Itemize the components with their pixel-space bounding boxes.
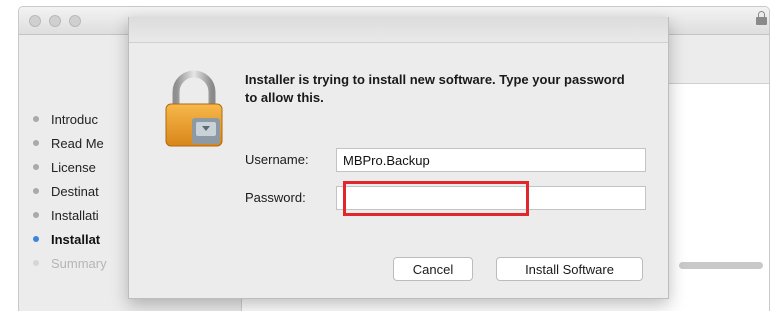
step-destination: Destinat [31, 179, 107, 203]
step-label: Summary [51, 255, 107, 271]
step-active-bullet-icon [33, 236, 39, 242]
step-installation-type: Installati [31, 203, 107, 227]
install-software-button[interactable]: Install Software [496, 257, 643, 281]
step-label: Read Me [51, 135, 104, 151]
window-minimize-icon[interactable] [49, 15, 61, 27]
install-progress-bar [679, 262, 763, 269]
cancel-button[interactable]: Cancel [393, 257, 473, 281]
username-label: Username: [245, 152, 309, 167]
step-bullet-icon [33, 140, 39, 146]
step-installation: Installat [31, 227, 107, 251]
username-field[interactable] [336, 148, 646, 172]
step-label: Introduc [51, 111, 98, 127]
step-label: Destinat [51, 183, 99, 199]
step-bullet-icon [33, 188, 39, 194]
step-label: Installat [51, 231, 101, 247]
step-summary: Summary [31, 251, 107, 275]
step-introduction: Introduc [31, 107, 107, 131]
step-bullet-icon [33, 260, 39, 266]
step-label: Installati [51, 207, 99, 223]
step-label: License [51, 159, 96, 175]
padlock-icon [165, 70, 223, 147]
authentication-dialog: Installer is trying to install new softw… [128, 17, 669, 299]
password-highlight-box [343, 181, 529, 216]
step-read-me: Read Me [31, 131, 107, 155]
window-zoom-icon[interactable] [69, 15, 81, 27]
step-bullet-icon [33, 164, 39, 170]
step-bullet-icon [33, 116, 39, 122]
password-label: Password: [245, 190, 306, 205]
dialog-top-edge [129, 17, 668, 43]
lock-icon [756, 11, 767, 25]
step-bullet-icon [33, 212, 39, 218]
window-close-icon[interactable] [29, 15, 41, 27]
installer-steps: Introduc Read Me License Destinat Instal… [31, 107, 107, 275]
dialog-message: Installer is trying to install new softw… [245, 72, 625, 105]
step-license: License [31, 155, 107, 179]
